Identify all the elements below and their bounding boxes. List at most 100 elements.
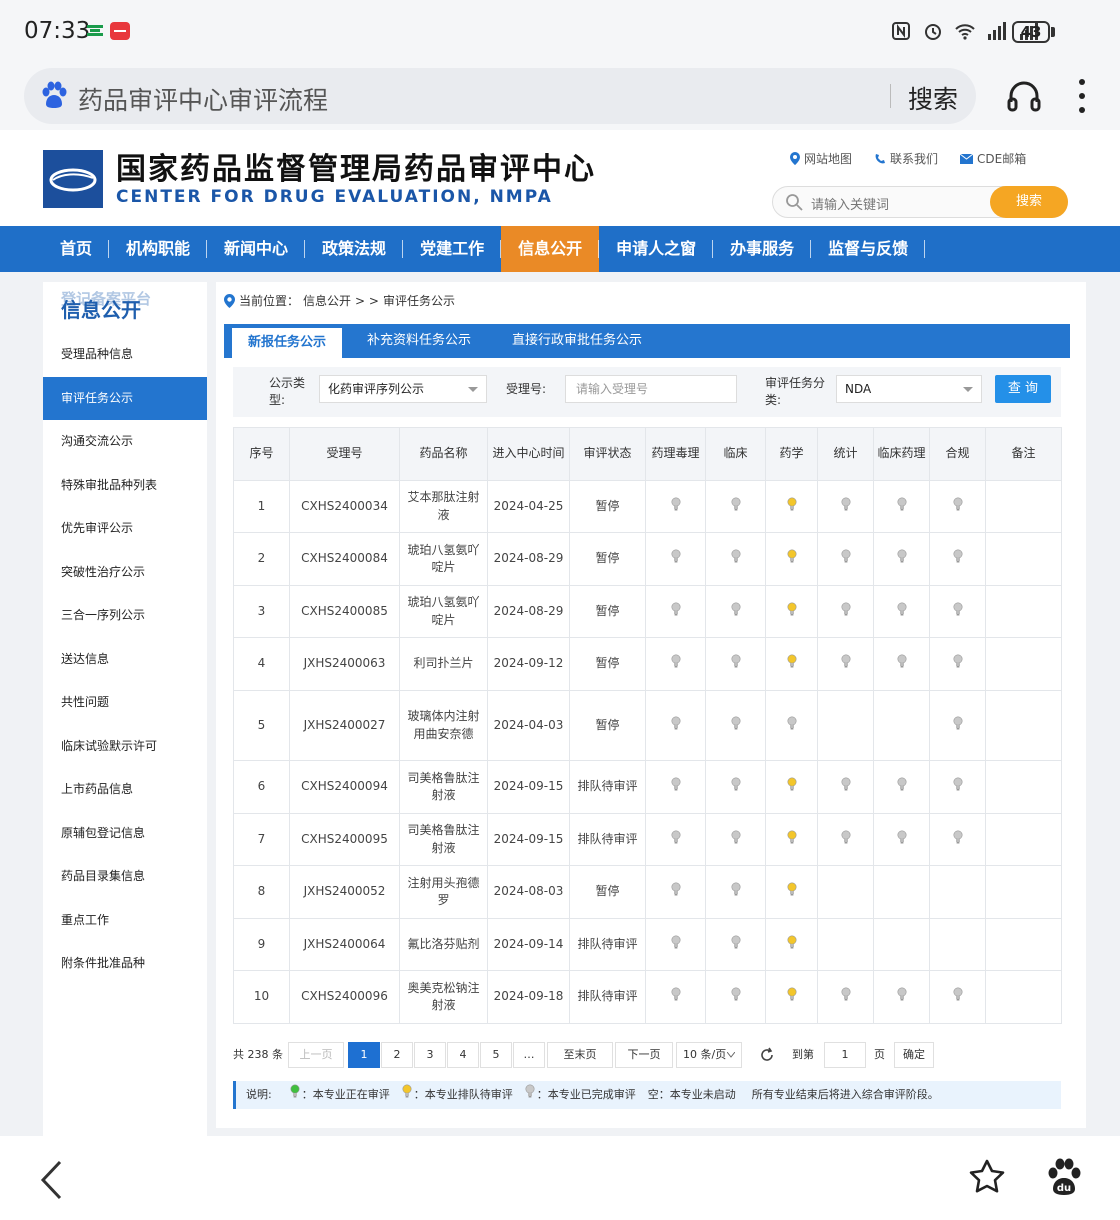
legend-done: ：本专业已完成审评 <box>536 1088 636 1101</box>
category-select[interactable]: NDA <box>836 375 982 403</box>
table-row[interactable]: 9 JXHS2400064 氟比洛芬贴剂 2024-09-14 排队待审评 <box>233 918 1062 971</box>
review-status: 暂停 <box>569 690 646 761</box>
query-button[interactable]: 查 询 <box>995 375 1051 403</box>
bulb-done-icon <box>731 654 740 668</box>
address-bar[interactable]: 药品审评中心审评流程 搜索 <box>24 68 976 124</box>
headphones-icon[interactable] <box>1006 78 1042 114</box>
nav-item-6[interactable]: 申请人之窗 <box>599 226 714 272</box>
entry-date: 2024-09-18 <box>487 970 570 1024</box>
sidebar-item-14[interactable]: 附条件批准品种 <box>43 942 207 986</box>
sidebar-item-0[interactable]: 受理品种信息 <box>43 333 207 377</box>
table-body: 1 CXHS2400034 艾本那肽注射液 2024-04-25 暂停 2 CXHS2400… <box>233 480 1062 1024</box>
sidebar-item-7[interactable]: 送达信息 <box>43 638 207 682</box>
site-search-button[interactable]: 搜索 <box>990 186 1068 218</box>
table-row[interactable]: 8 JXHS2400052 注射用头孢德罗 2024-08-03 暂停 <box>233 865 1062 919</box>
table-row[interactable]: 1 CXHS2400034 艾本那肽注射液 2024-04-25 暂停 <box>233 480 1062 533</box>
discipline-chem <box>765 760 818 814</box>
accept-no-input[interactable]: 请输入受理号 <box>565 375 737 403</box>
nav-item-7[interactable]: 办事服务 <box>713 226 812 272</box>
mail-link[interactable]: CDE邮箱 <box>960 150 1026 167</box>
type-select[interactable]: 化药审评序列公示 <box>319 375 487 403</box>
sidebar-item-13[interactable]: 重点工作 <box>43 899 207 943</box>
bulb-done-icon <box>731 716 740 730</box>
bulb-done-icon <box>525 1084 535 1098</box>
type-select-value: 化药审评序列公示 <box>328 382 425 396</box>
discipline-stats <box>817 813 874 866</box>
discipline-stats <box>817 637 874 691</box>
back-arrow-icon[interactable] <box>40 1160 62 1200</box>
table-row[interactable]: 2 CXHS2400084 琥珀八氢氨吖啶片 2024-08-29 暂停 <box>233 532 1062 586</box>
browser-search-button[interactable]: 搜索 <box>908 80 958 116</box>
table-header-row: 序号 受理号 药品名称 进入中心时间 审评状态 药理毒理 临床 药学 统计 临床药理 合规 备注 <box>233 427 1062 481</box>
nav-item-2[interactable]: 新闻中心 <box>207 226 306 272</box>
bulb-queue-icon <box>787 830 796 844</box>
discipline-pharmtox <box>645 637 706 691</box>
bulb-done-icon <box>671 882 680 896</box>
sidebar-item-8[interactable]: 共性问题 <box>43 681 207 725</box>
page-ellipsis[interactable]: … <box>513 1042 545 1068</box>
baidu-paw-icon[interactable]: du <box>1046 1158 1082 1196</box>
page-1-button[interactable]: 1 <box>348 1042 380 1068</box>
sidebar-item-4[interactable]: 优先审评公示 <box>43 507 207 551</box>
remarks <box>985 760 1062 814</box>
sidebar-item-1[interactable]: 审评任务公示 <box>43 376 207 420</box>
table-row[interactable]: 6 CXHS2400094 司美格鲁肽注射液 2024-09-15 排队待审评 <box>233 760 1062 814</box>
drug-name: 注射用头孢德罗 <box>399 865 488 919</box>
nav-item-1[interactable]: 机构职能 <box>109 226 208 272</box>
task-tabs: 新报任务公示 补充资料任务公示 直接行政审批任务公示 <box>224 324 1070 358</box>
page-5-button[interactable]: 5 <box>480 1042 512 1068</box>
sidebar-item-3[interactable]: 特殊审批品种列表 <box>43 464 207 508</box>
site-search-box[interactable]: 请输入关键词 搜索 <box>772 186 1068 218</box>
prev-page-button[interactable]: 上一页 <box>288 1042 344 1068</box>
sidebar-item-5[interactable]: 突破性治疗公示 <box>43 551 207 595</box>
nav-item-4[interactable]: 党建工作 <box>403 226 502 272</box>
table-row[interactable]: 5 JXHS2400027 玻璃体内注射用曲安奈德 2024-04-03 暂停 <box>233 690 1062 761</box>
table-row[interactable]: 3 CXHS2400085 琥珀八氢氨吖啶片 2024-08-29 暂停 <box>233 585 1062 638</box>
breadcrumb-section[interactable]: 信息公开 <box>303 292 351 309</box>
sidebar-item-6[interactable]: 三合一序列公示 <box>43 594 207 638</box>
sidebar-item-12[interactable]: 药品目录集信息 <box>43 855 207 899</box>
discipline-stats <box>817 585 874 638</box>
filter-bar: 公示类型: 化药审评序列公示 受理号: 请输入受理号 审评任务分类: NDA 查… <box>233 367 1061 417</box>
bulb-done-icon <box>897 777 906 791</box>
per-page-select[interactable]: 10 条/页 <box>676 1042 742 1068</box>
star-bookmark-icon[interactable] <box>968 1158 1006 1196</box>
nav-item-0[interactable]: 首页 <box>43 226 110 272</box>
discipline-clinical <box>705 865 766 919</box>
refresh-icon[interactable] <box>759 1047 775 1063</box>
discipline-stats <box>817 480 874 533</box>
cde-logo[interactable] <box>43 150 103 208</box>
sidebar-item-2[interactable]: 沟通交流公示 <box>43 420 207 464</box>
next-page-button[interactable]: 下一页 <box>615 1042 673 1068</box>
page-4-button[interactable]: 4 <box>447 1042 479 1068</box>
discipline-clinpharm <box>873 585 930 638</box>
table-row[interactable]: 10 CXHS2400096 奥美克松钠注射液 2024-09-18 排队待审评 <box>233 970 1062 1024</box>
nav-item-8[interactable]: 监督与反馈 <box>811 226 926 272</box>
drug-name: 奥美克松钠注射液 <box>399 970 488 1024</box>
goto-page-input[interactable]: 1 <box>824 1042 866 1068</box>
remarks <box>985 637 1062 691</box>
table-row[interactable]: 7 CXHS2400095 司美格鲁肽注射液 2024-09-15 排队待审评 <box>233 813 1062 866</box>
tab-supplement-tasks[interactable]: 补充资料任务公示 <box>367 324 471 358</box>
tab-new-tasks[interactable]: 新报任务公示 <box>232 328 343 358</box>
last-page-button[interactable]: 至末页 <box>547 1042 613 1068</box>
remarks <box>985 480 1062 533</box>
table-row[interactable]: 4 JXHS2400063 利司扑兰片 2024-09-12 暂停 <box>233 637 1062 691</box>
nav-item-3[interactable]: 政策法规 <box>305 226 404 272</box>
discipline-compliance <box>929 585 986 638</box>
page-2-button[interactable]: 2 <box>381 1042 413 1068</box>
bulb-done-icon <box>897 549 906 563</box>
tab-direct-approval-tasks[interactable]: 直接行政审批任务公示 <box>512 324 642 358</box>
column-header-10: 合规 <box>929 427 986 481</box>
sidebar-item-9[interactable]: 临床试验默示许可 <box>43 725 207 769</box>
sidebar-item-11[interactable]: 原辅包登记信息 <box>43 812 207 856</box>
legend-queue: ：本专业排队待审评 <box>413 1088 513 1101</box>
nav-item-5[interactable]: 信息公开 <box>501 226 600 272</box>
legend-bar: 说明: ：本专业正在审评 ：本专业排队待审评 ：本专业已完成审评 空：本专业未启… <box>233 1081 1061 1109</box>
goto-confirm-button[interactable]: 确定 <box>894 1042 934 1068</box>
page-3-button[interactable]: 3 <box>414 1042 446 1068</box>
more-menu-icon[interactable] <box>1076 78 1088 114</box>
sitemap-link[interactable]: 网站地图 <box>790 150 852 167</box>
contact-link[interactable]: 联系我们 <box>874 150 938 167</box>
sidebar-item-10[interactable]: 上市药品信息 <box>43 768 207 812</box>
